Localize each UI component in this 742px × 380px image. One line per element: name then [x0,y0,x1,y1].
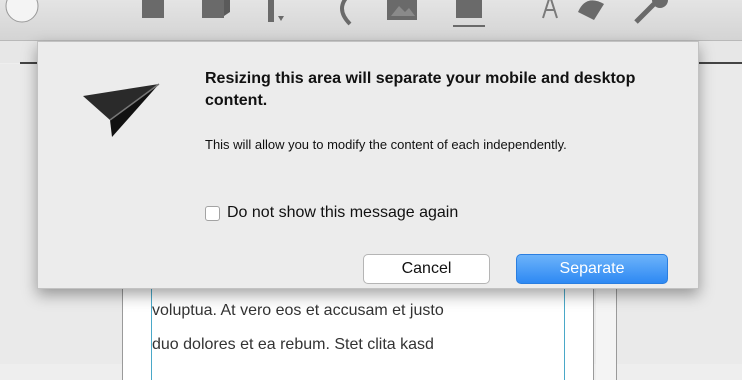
dialog-message: This will allow you to modify the conten… [205,137,567,152]
dont-show-again-label[interactable]: Do not show this message again [227,204,458,222]
image-icon[interactable] [385,0,419,24]
dont-show-again-option[interactable]: Do not show this message again [205,203,458,223]
paper-plane-icon [83,83,160,137]
tools-icon[interactable] [634,0,678,26]
curve-icon[interactable] [332,0,356,26]
dont-show-again-checkbox[interactable] [205,205,220,221]
shape-icon[interactable] [574,0,608,26]
toolbar [0,0,742,41]
circle-icon[interactable] [2,0,42,26]
separate-button[interactable]: Separate [516,254,668,284]
dialog-title: Resizing this area will separate your mo… [205,70,636,109]
text-icon[interactable] [540,0,560,22]
background-text-line[interactable]: duo dolores et ea rebum. Stet clita kasd [152,336,434,354]
insert-icon[interactable] [264,0,290,26]
square-icon[interactable] [140,0,166,22]
cancel-button[interactable]: Cancel [363,254,490,284]
background-text-line: voluptua. At vero eos et accusam et just… [152,302,444,319]
media-icon[interactable] [452,0,486,32]
square-icon[interactable] [200,0,232,22]
alert-dialog: Resizing this area will separate your mo… [37,41,699,289]
